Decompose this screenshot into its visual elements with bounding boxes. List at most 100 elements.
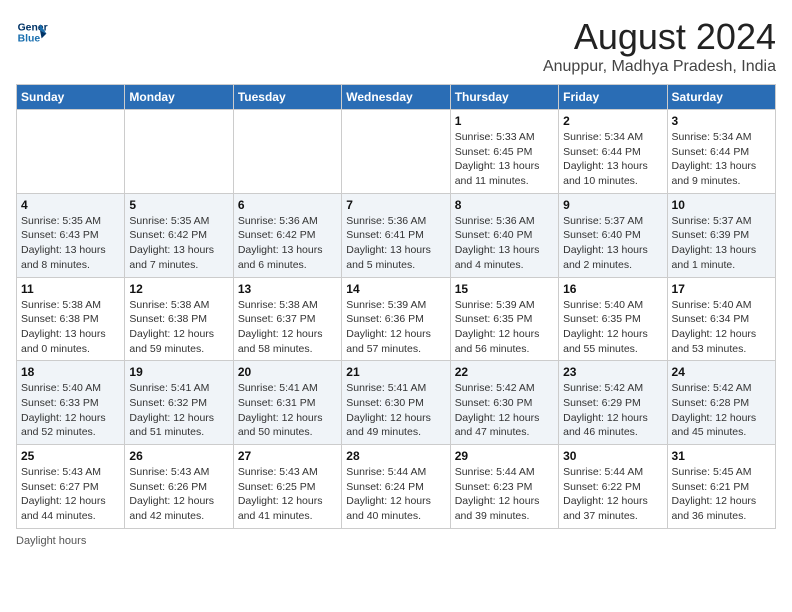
- day-info: Sunrise: 5:43 AMSunset: 6:27 PMDaylight:…: [21, 465, 120, 524]
- day-number: 7: [346, 198, 445, 212]
- day-info: Sunrise: 5:36 AMSunset: 6:42 PMDaylight:…: [238, 214, 337, 273]
- day-info: Sunrise: 5:33 AMSunset: 6:45 PMDaylight:…: [455, 130, 554, 189]
- day-info: Sunrise: 5:38 AMSunset: 6:38 PMDaylight:…: [129, 298, 228, 357]
- day-info: Sunrise: 5:39 AMSunset: 6:36 PMDaylight:…: [346, 298, 445, 357]
- day-number: 23: [563, 365, 662, 379]
- day-info: Sunrise: 5:41 AMSunset: 6:32 PMDaylight:…: [129, 381, 228, 440]
- calendar-cell: 9 Sunrise: 5:37 AMSunset: 6:40 PMDaylight…: [559, 193, 667, 277]
- day-number: 25: [21, 449, 120, 463]
- week-row-5: 25 Sunrise: 5:43 AMSunset: 6:27 PMDayligh…: [17, 445, 776, 529]
- day-number: 14: [346, 282, 445, 296]
- calendar-cell: 31Sunrise: 5:45 AMSunset: 6:21 PMDayligh…: [667, 445, 775, 529]
- day-info: Sunrise: 5:44 AMSunset: 6:23 PMDaylight:…: [455, 465, 554, 524]
- day-info: Sunrise: 5:34 AMSunset: 6:44 PMDaylight:…: [563, 130, 662, 189]
- calendar-cell: 5 Sunrise: 5:35 AMSunset: 6:42 PMDaylight…: [125, 193, 233, 277]
- calendar-cell: 16Sunrise: 5:40 AMSunset: 6:35 PMDayligh…: [559, 277, 667, 361]
- calendar-cell: 30 Sunrise: 5:44 AMSunset: 6:22 PMDayligh…: [559, 445, 667, 529]
- calendar-cell: [17, 110, 125, 194]
- day-info: Sunrise: 5:41 AMSunset: 6:31 PMDaylight:…: [238, 381, 337, 440]
- calendar-cell: 26 Sunrise: 5:43 AMSunset: 6:26 PMDayligh…: [125, 445, 233, 529]
- calendar-cell: 11 Sunrise: 5:38 AMSunset: 6:38 PMDayligh…: [17, 277, 125, 361]
- day-header-sunday: Sunday: [17, 85, 125, 110]
- day-info: Sunrise: 5:38 AMSunset: 6:37 PMDaylight:…: [238, 298, 337, 357]
- calendar-cell: 17 Sunrise: 5:40 AMSunset: 6:34 PMDayligh…: [667, 277, 775, 361]
- day-info: Sunrise: 5:36 AMSunset: 6:41 PMDaylight:…: [346, 214, 445, 273]
- day-info: Sunrise: 5:40 AMSunset: 6:33 PMDaylight:…: [21, 381, 120, 440]
- calendar-cell: 29Sunrise: 5:44 AMSunset: 6:23 PMDayligh…: [450, 445, 558, 529]
- calendar-cell: 19 Sunrise: 5:41 AMSunset: 6:32 PMDayligh…: [125, 361, 233, 445]
- calendar-cell: 1 Sunrise: 5:33 AMSunset: 6:45 PMDaylight…: [450, 110, 558, 194]
- day-number: 30: [563, 449, 662, 463]
- day-number: 11: [21, 282, 120, 296]
- week-row-1: 1 Sunrise: 5:33 AMSunset: 6:45 PMDaylight…: [17, 110, 776, 194]
- day-number: 28: [346, 449, 445, 463]
- main-title: August 2024: [543, 16, 776, 58]
- calendar-cell: 6 Sunrise: 5:36 AMSunset: 6:42 PMDaylight…: [233, 193, 341, 277]
- calendar-cell: 2 Sunrise: 5:34 AMSunset: 6:44 PMDaylight…: [559, 110, 667, 194]
- day-info: Sunrise: 5:44 AMSunset: 6:24 PMDaylight:…: [346, 465, 445, 524]
- day-number: 3: [672, 114, 771, 128]
- day-number: 26: [129, 449, 228, 463]
- calendar-cell: 18Sunrise: 5:40 AMSunset: 6:33 PMDayligh…: [17, 361, 125, 445]
- day-info: Sunrise: 5:42 AMSunset: 6:28 PMDaylight:…: [672, 381, 771, 440]
- day-info: Sunrise: 5:43 AMSunset: 6:26 PMDaylight:…: [129, 465, 228, 524]
- calendar-cell: 8 Sunrise: 5:36 AMSunset: 6:40 PMDaylight…: [450, 193, 558, 277]
- week-row-2: 4 Sunrise: 5:35 AMSunset: 6:43 PMDaylight…: [17, 193, 776, 277]
- calendar-cell: 25 Sunrise: 5:43 AMSunset: 6:27 PMDayligh…: [17, 445, 125, 529]
- calendar-cell: 12Sunrise: 5:38 AMSunset: 6:38 PMDayligh…: [125, 277, 233, 361]
- svg-text:Blue: Blue: [18, 34, 41, 45]
- day-info: Sunrise: 5:42 AMSunset: 6:30 PMDaylight:…: [455, 381, 554, 440]
- week-row-3: 11 Sunrise: 5:38 AMSunset: 6:38 PMDayligh…: [17, 277, 776, 361]
- footer-note: Daylight hours: [16, 535, 776, 547]
- calendar-cell: [342, 110, 450, 194]
- day-info: Sunrise: 5:37 AMSunset: 6:39 PMDaylight:…: [672, 214, 771, 273]
- day-info: Sunrise: 5:38 AMSunset: 6:38 PMDaylight:…: [21, 298, 120, 357]
- calendar-cell: 22 Sunrise: 5:42 AMSunset: 6:30 PMDayligh…: [450, 361, 558, 445]
- day-header-row: SundayMondayTuesdayWednesdayThursdayFrid…: [17, 85, 776, 110]
- calendar-cell: 27Sunrise: 5:43 AMSunset: 6:25 PMDayligh…: [233, 445, 341, 529]
- calendar-cell: 7 Sunrise: 5:36 AMSunset: 6:41 PMDaylight…: [342, 193, 450, 277]
- calendar-cell: 23Sunrise: 5:42 AMSunset: 6:29 PMDayligh…: [559, 361, 667, 445]
- calendar-cell: 20 Sunrise: 5:41 AMSunset: 6:31 PMDayligh…: [233, 361, 341, 445]
- calendar-cell: 21Sunrise: 5:41 AMSunset: 6:30 PMDayligh…: [342, 361, 450, 445]
- day-number: 15: [455, 282, 554, 296]
- day-number: 1: [455, 114, 554, 128]
- day-info: Sunrise: 5:39 AMSunset: 6:35 PMDaylight:…: [455, 298, 554, 357]
- day-number: 9: [563, 198, 662, 212]
- day-info: Sunrise: 5:36 AMSunset: 6:40 PMDaylight:…: [455, 214, 554, 273]
- day-info: Sunrise: 5:35 AMSunset: 6:43 PMDaylight:…: [21, 214, 120, 273]
- day-number: 20: [238, 365, 337, 379]
- day-number: 8: [455, 198, 554, 212]
- day-header-monday: Monday: [125, 85, 233, 110]
- day-header-wednesday: Wednesday: [342, 85, 450, 110]
- day-info: Sunrise: 5:44 AMSunset: 6:22 PMDaylight:…: [563, 465, 662, 524]
- day-info: Sunrise: 5:40 AMSunset: 6:35 PMDaylight:…: [563, 298, 662, 357]
- day-number: 5: [129, 198, 228, 212]
- title-area: August 2024 Anuppur, Madhya Pradesh, Ind…: [543, 16, 776, 76]
- day-info: Sunrise: 5:37 AMSunset: 6:40 PMDaylight:…: [563, 214, 662, 273]
- day-number: 10: [672, 198, 771, 212]
- calendar-cell: 4 Sunrise: 5:35 AMSunset: 6:43 PMDaylight…: [17, 193, 125, 277]
- day-number: 4: [21, 198, 120, 212]
- day-info: Sunrise: 5:35 AMSunset: 6:42 PMDaylight:…: [129, 214, 228, 273]
- header: General Blue August 2024 Anuppur, Madhya…: [16, 16, 776, 76]
- week-row-4: 18Sunrise: 5:40 AMSunset: 6:33 PMDayligh…: [17, 361, 776, 445]
- calendar-cell: 24 Sunrise: 5:42 AMSunset: 6:28 PMDayligh…: [667, 361, 775, 445]
- calendar-cell: 10 Sunrise: 5:37 AMSunset: 6:39 PMDayligh…: [667, 193, 775, 277]
- day-number: 24: [672, 365, 771, 379]
- day-number: 6: [238, 198, 337, 212]
- day-number: 2: [563, 114, 662, 128]
- day-number: 31: [672, 449, 771, 463]
- day-info: Sunrise: 5:34 AMSunset: 6:44 PMDaylight:…: [672, 130, 771, 189]
- calendar-table: SundayMondayTuesdayWednesdayThursdayFrid…: [16, 84, 776, 529]
- calendar-cell: [125, 110, 233, 194]
- day-number: 19: [129, 365, 228, 379]
- calendar-cell: 28 Sunrise: 5:44 AMSunset: 6:24 PMDayligh…: [342, 445, 450, 529]
- day-number: 22: [455, 365, 554, 379]
- day-number: 17: [672, 282, 771, 296]
- day-number: 27: [238, 449, 337, 463]
- day-info: Sunrise: 5:40 AMSunset: 6:34 PMDaylight:…: [672, 298, 771, 357]
- calendar-cell: 3 Sunrise: 5:34 AMSunset: 6:44 PMDaylight…: [667, 110, 775, 194]
- day-header-saturday: Saturday: [667, 85, 775, 110]
- subtitle: Anuppur, Madhya Pradesh, India: [543, 58, 776, 76]
